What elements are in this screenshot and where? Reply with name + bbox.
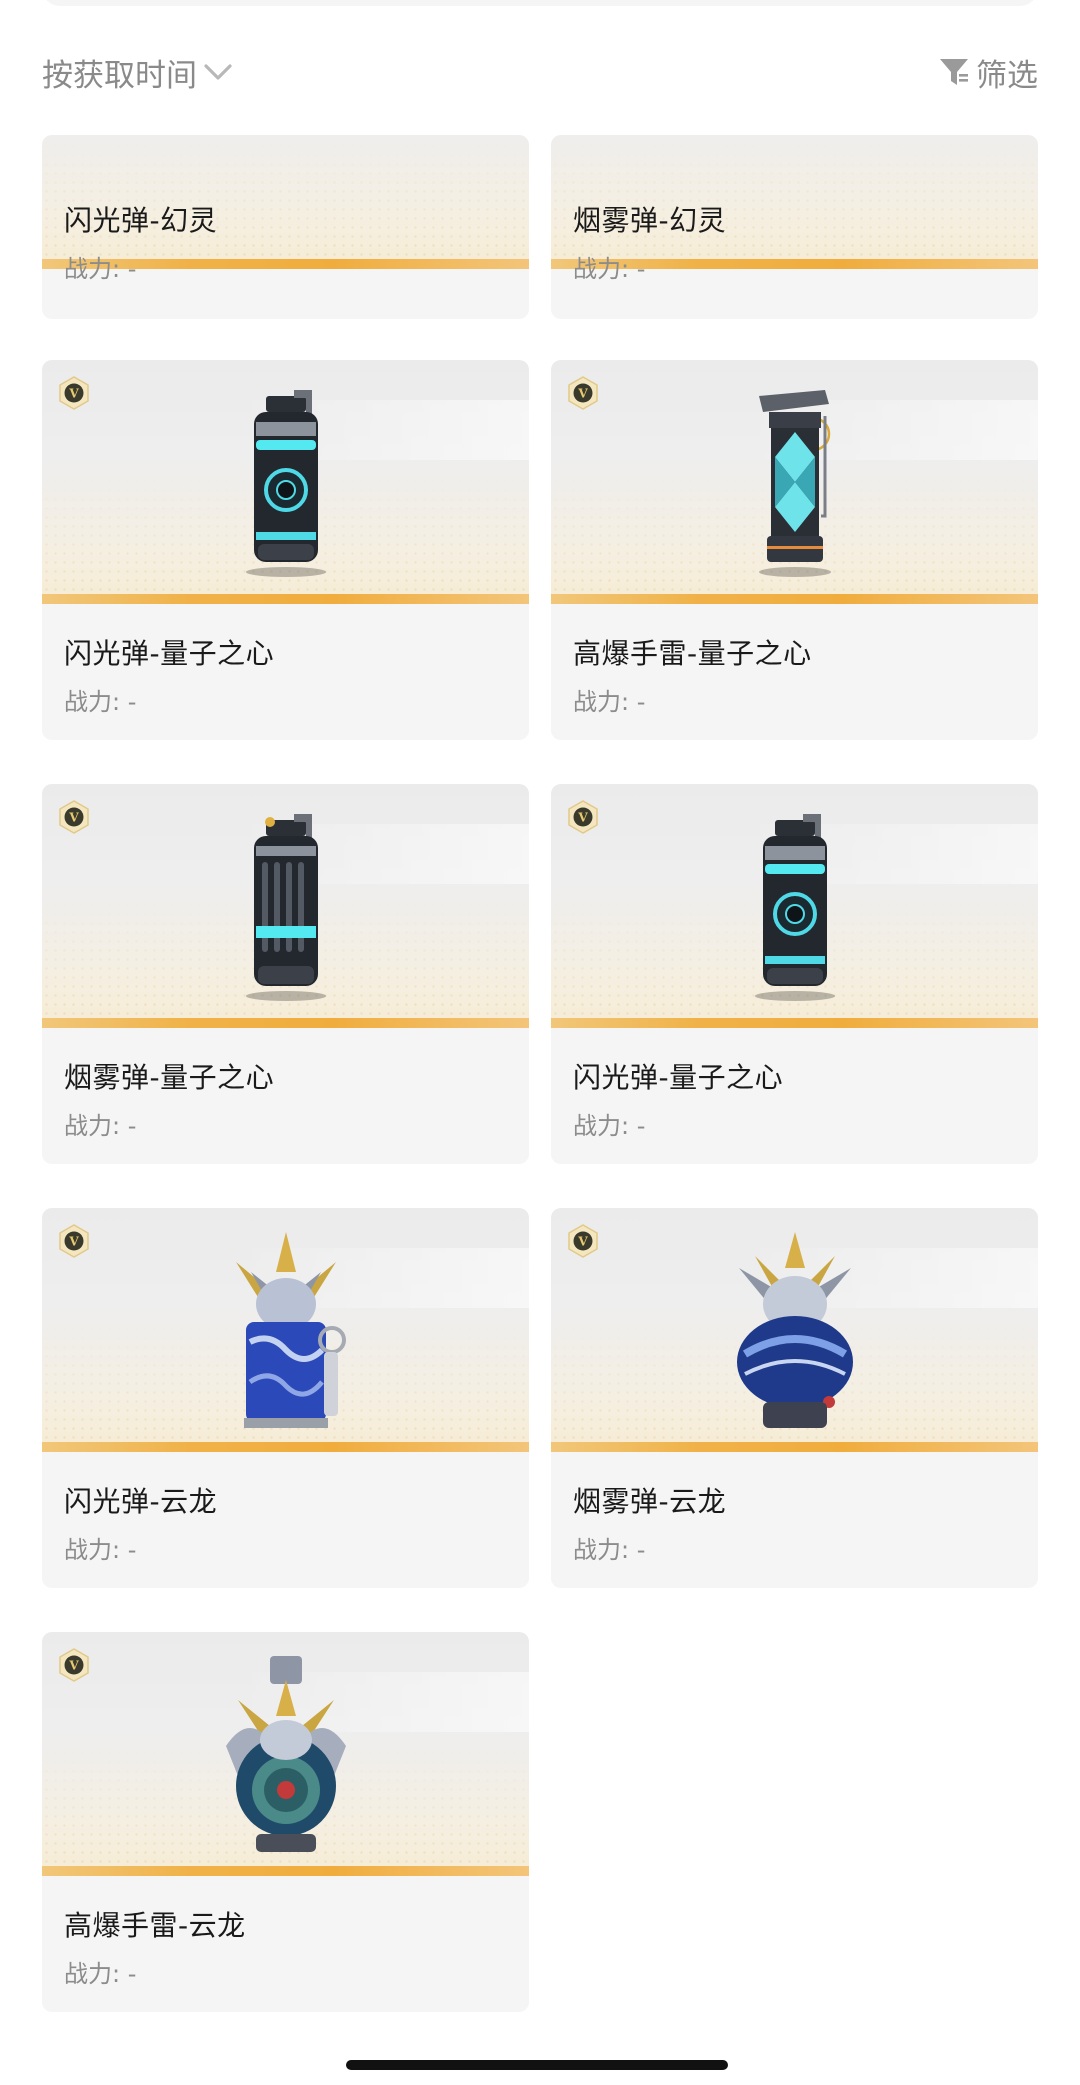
item-card[interactable]: V 闪光弹-量子之心 战力: - [42, 360, 529, 740]
filter-button[interactable]: 筛选 [938, 44, 1038, 100]
item-power: 战力: - [64, 255, 137, 283]
previous-card-edge [42, 0, 1038, 6]
item-card[interactable]: V 烟雾弹-云龙 战力: - [551, 1208, 1038, 1588]
item-name: 闪光弹-幻灵 [64, 204, 218, 237]
sort-label: 按获取时间 [42, 57, 197, 94]
svg-text:V: V [68, 1235, 79, 1249]
flashbang-quantum-heart-image [754, 814, 835, 1001]
smoke-grenade-cloud-dragon-image [736, 1232, 853, 1428]
item-power: 战力: - [64, 1536, 137, 1564]
item-name: 烟雾弹-量子之心 [64, 1061, 275, 1094]
rarity-stripe [551, 1018, 1038, 1028]
item-name: 闪光弹-量子之心 [573, 1061, 784, 1094]
item-card[interactable]: 烟雾弹-幻灵 战力: - [551, 135, 1038, 319]
item-power: 战力: - [64, 1960, 137, 1988]
rarity-stripe [551, 594, 1038, 604]
home-indicator[interactable] [346, 2060, 728, 2070]
rarity-stripe [551, 1442, 1038, 1452]
rarity-stripe [42, 1866, 529, 1876]
rarity-stripe [42, 1018, 529, 1028]
svg-text:V: V [68, 811, 79, 825]
v-badge-icon: V [59, 376, 89, 410]
item-name: 高爆手雷-云龙 [64, 1909, 246, 1942]
item-name: 闪光弹-云龙 [64, 1485, 218, 1518]
svg-text:V: V [68, 1659, 79, 1673]
sort-dropdown[interactable]: 按获取时间 [42, 44, 233, 100]
v-badge-icon: V [59, 1648, 89, 1682]
item-name: 烟雾弹-幻灵 [573, 204, 727, 237]
item-card[interactable]: V 闪光弹-量子之心 战力: - [551, 784, 1038, 1164]
item-power: 战力: - [573, 1112, 646, 1140]
item-name: 高爆手雷-量子之心 [573, 637, 812, 670]
flashbang-quantum-heart-image [245, 390, 326, 577]
item-power: 战力: - [573, 1536, 646, 1564]
svg-text:V: V [577, 811, 588, 825]
rarity-stripe [42, 594, 529, 604]
frag-grenade-cloud-dragon-image [225, 1656, 346, 1852]
flashbang-cloud-dragon-image [235, 1232, 346, 1428]
v-badge-icon: V [568, 1224, 598, 1258]
list-toolbar: 按获取时间 筛选 [42, 44, 1038, 100]
svg-text:V: V [577, 387, 588, 401]
item-card[interactable]: V 高爆手雷-云龙 战力: - [42, 1632, 529, 2012]
frag-grenade-quantum-heart-image [758, 390, 831, 577]
item-power: 战力: - [573, 688, 646, 716]
item-name: 闪光弹-量子之心 [64, 637, 275, 670]
v-badge-icon: V [59, 1224, 89, 1258]
item-power: 战力: - [64, 688, 137, 716]
item-card[interactable]: V 高爆手雷-量子之心 战力: - [551, 360, 1038, 740]
svg-text:V: V [577, 1235, 588, 1249]
item-power: 战力: - [64, 1112, 137, 1140]
svg-text:V: V [68, 387, 79, 401]
v-badge-icon: V [59, 800, 89, 834]
v-badge-icon: V [568, 800, 598, 834]
item-card[interactable]: V 烟雾弹-量子之心 战力: - [42, 784, 529, 1164]
item-name: 烟雾弹-云龙 [573, 1485, 727, 1518]
item-power: 战力: - [573, 255, 646, 283]
chevron-down-icon [204, 64, 232, 80]
item-card[interactable]: V 闪光弹-云龙 战力: - [42, 1208, 529, 1588]
filter-icon [940, 59, 968, 85]
rarity-stripe [42, 1442, 529, 1452]
filter-label: 筛选 [976, 57, 1038, 94]
v-badge-icon: V [568, 376, 598, 410]
smoke-grenade-quantum-heart-image [245, 814, 326, 1001]
item-card[interactable]: 闪光弹-幻灵 战力: - [42, 135, 529, 319]
